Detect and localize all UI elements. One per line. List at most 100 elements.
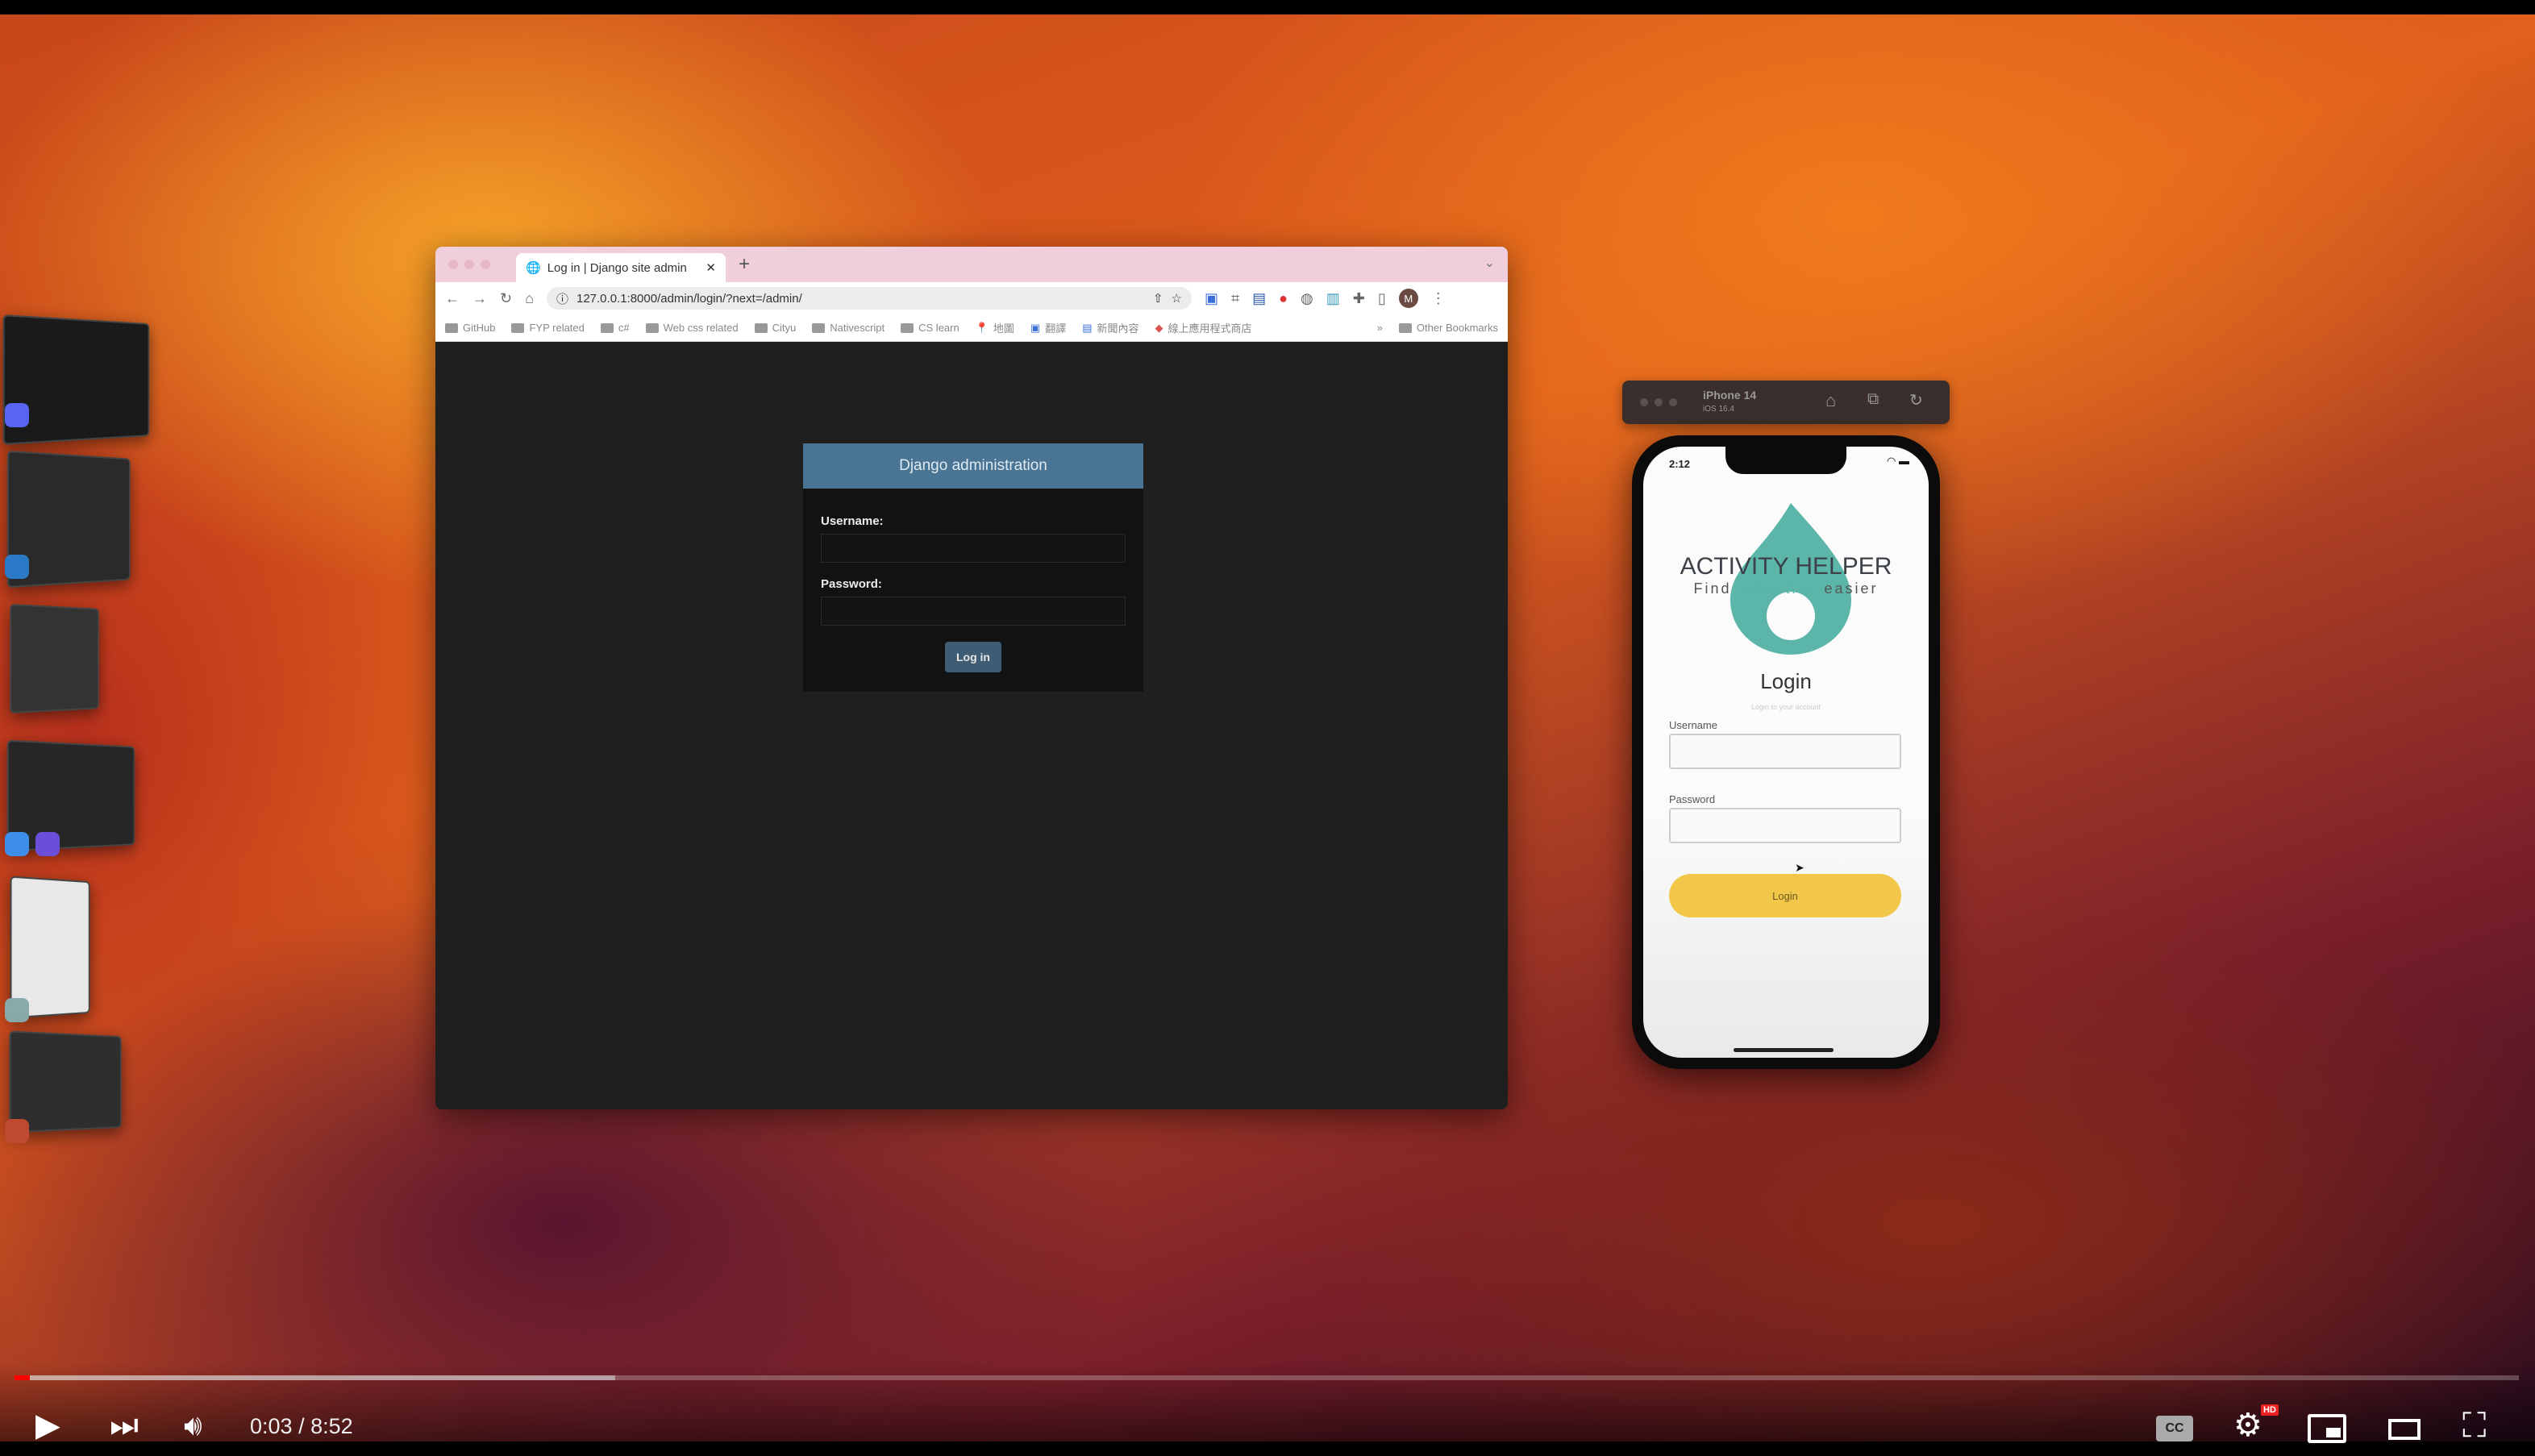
imovie-icon <box>35 832 60 856</box>
home-icon[interactable]: ⌂ <box>1825 390 1836 411</box>
extension-icon[interactable]: ▤ <box>1252 290 1266 307</box>
app-icon <box>5 1119 29 1143</box>
translate-extension-icon[interactable]: ▣ <box>1205 290 1218 307</box>
login-button[interactable]: Login <box>1669 874 1901 917</box>
zoom-window-button[interactable] <box>1669 398 1677 406</box>
url-text: 127.0.0.1:8000/admin/login/?next=/admin/ <box>576 291 802 306</box>
extension-icon-3[interactable]: ▥ <box>1326 290 1340 307</box>
miniplayer-icon[interactable] <box>2308 1414 2346 1443</box>
bookmark-nativescript[interactable]: Nativescript <box>812 322 885 334</box>
logo-tagline: Find activities easier <box>1643 580 1929 597</box>
login-subtitle: Login to your account <box>1750 703 1821 711</box>
captions-button[interactable]: CC <box>2156 1416 2193 1441</box>
password-input[interactable] <box>1669 808 1901 843</box>
bookmark-label: c# <box>618 322 630 334</box>
video-player-controls: ▶ ⏭ 🔊︎ 0:03 / 8:52 CC ⚙ HD ⛶ <box>0 1362 2535 1456</box>
site-info-icon[interactable]: ⓘ <box>556 290 568 307</box>
screenshot-icon[interactable]: ⧉ <box>1867 390 1879 409</box>
adblock-extension-icon[interactable]: ● <box>1279 290 1288 307</box>
bookmark-cityu[interactable]: Cityu <box>754 322 796 334</box>
forward-icon[interactable]: → <box>472 290 487 307</box>
tab-title: Log in | Django site admin <box>547 260 687 275</box>
more-bookmarks-button[interactable]: » <box>1377 322 1383 334</box>
rotate-icon[interactable]: ↻ <box>1909 390 1923 410</box>
bookmark-fyp[interactable]: FYP related <box>511 322 585 334</box>
notch <box>1725 447 1846 474</box>
bookmark-label: 新聞內容 <box>1097 322 1139 335</box>
bookmark-cslearn[interactable]: CS learn <box>901 322 959 334</box>
username-input[interactable] <box>1669 734 1901 769</box>
other-bookmarks[interactable]: Other Bookmarks <box>1398 322 1498 334</box>
close-window-button[interactable] <box>1640 398 1648 406</box>
menu-kebab-icon[interactable]: ⋮ <box>1431 290 1446 307</box>
volume-icon[interactable]: 🔊︎ <box>184 1408 202 1443</box>
tagline-part: easier <box>1817 580 1879 597</box>
wifi-battery-icon: ◠ ▬ <box>1887 455 1909 467</box>
close-window-button[interactable] <box>448 260 458 269</box>
password-input[interactable] <box>821 597 1126 626</box>
status-time: 2:12 <box>1669 458 1691 470</box>
django-login-form: Django administration Username: Password… <box>803 443 1143 692</box>
zoom-window-button[interactable] <box>481 260 490 269</box>
address-bar[interactable]: ⓘ 127.0.0.1:8000/admin/login/?next=/admi… <box>546 287 1192 310</box>
bookmark-star-icon[interactable]: ☆ <box>1172 291 1182 306</box>
tab-search-chevron-icon[interactable]: ⌄ <box>1484 255 1495 271</box>
finder-icon <box>5 832 29 856</box>
buffered-bar <box>15 1375 616 1380</box>
tab-django-admin[interactable]: 🌐 Log in | Django site admin ✕ <box>516 253 726 282</box>
progress-bar[interactable] <box>15 1375 2519 1380</box>
discord-icon <box>5 403 29 427</box>
share-icon[interactable]: ⇧ <box>1153 291 1163 306</box>
folder-icon <box>901 322 914 333</box>
login-title: Login <box>1760 669 1812 693</box>
time-separator: / <box>292 1414 311 1438</box>
tagline-part: Find <box>1693 580 1738 597</box>
reload-icon[interactable]: ↻ <box>500 290 512 307</box>
bookmark-translate[interactable]: ▣ 翻譯 <box>1030 320 1066 335</box>
profile-avatar[interactable]: M <box>1398 289 1418 308</box>
chrome-browser-window: 🌐 Log in | Django site admin ✕ + ⌄ ← → ↻… <box>435 247 1508 1109</box>
bookmark-maps[interactable]: 📍 地圖 <box>976 320 1014 335</box>
username-label: Username <box>1669 719 1717 731</box>
stage-thumbnail-app[interactable] <box>9 1030 122 1134</box>
maps-pin-icon: 📍 <box>975 321 989 334</box>
screenshot-extension-icon[interactable]: ⌗ <box>1231 290 1239 307</box>
duration: 8:52 <box>310 1414 353 1438</box>
back-icon[interactable]: ← <box>445 290 460 307</box>
folder-icon <box>812 322 826 333</box>
fullscreen-icon[interactable]: ⛶ <box>2462 1408 2486 1443</box>
bookmark-csharp[interactable]: c# <box>600 322 630 334</box>
bookmark-label: 翻譯 <box>1045 322 1067 335</box>
close-tab-icon[interactable]: ✕ <box>706 260 716 275</box>
play-icon[interactable]: ▶ <box>35 1408 60 1443</box>
extension-icon-2[interactable]: ◍ <box>1301 290 1313 307</box>
settings-gear-icon[interactable]: ⚙ <box>2233 1408 2262 1443</box>
theater-mode-icon[interactable] <box>2388 1419 2421 1440</box>
bookmark-github[interactable]: GitHub <box>445 322 495 334</box>
hd-badge: HD <box>2261 1404 2279 1416</box>
log-in-button[interactable]: Log in <box>945 642 1001 672</box>
bookmark-news[interactable]: ▤ 新聞內容 <box>1082 320 1138 335</box>
tagline-highlight: activities <box>1738 580 1818 597</box>
next-video-icon[interactable]: ⏭ <box>110 1408 139 1443</box>
bookmark-webcss[interactable]: Web css related <box>645 322 739 334</box>
minimize-window-button[interactable] <box>464 260 474 269</box>
bookmark-webstore[interactable]: ◆ 線上應用程式商店 <box>1155 320 1252 335</box>
username-input[interactable] <box>821 534 1126 563</box>
iphone-simulator: 2:12 ◠ ▬ ACTIVITY HELPER Find activities… <box>1632 435 1940 1069</box>
bookmark-label: Other Bookmarks <box>1416 322 1498 334</box>
new-tab-button[interactable]: + <box>739 253 750 276</box>
home-icon[interactable]: ⌂ <box>525 290 534 307</box>
bookmark-label: 線上應用程式商店 <box>1168 322 1252 335</box>
minimize-window-button[interactable] <box>1655 398 1663 406</box>
translate-icon: ▣ <box>1030 321 1041 334</box>
news-icon: ▤ <box>1082 321 1093 334</box>
stage-thumbnail-window[interactable] <box>10 603 99 714</box>
side-panel-icon[interactable]: ▯ <box>1378 290 1386 307</box>
extensions-puzzle-icon[interactable]: ✚ <box>1353 290 1365 307</box>
desktop-wallpaper: 🌐 Log in | Django site admin ✕ + ⌄ ← → ↻… <box>0 15 2535 1441</box>
stage-thumbnail-document[interactable] <box>10 876 90 1019</box>
folder-icon <box>600 322 614 333</box>
time-display: 0:03 / 8:52 <box>250 1414 353 1439</box>
folder-icon <box>645 322 659 333</box>
